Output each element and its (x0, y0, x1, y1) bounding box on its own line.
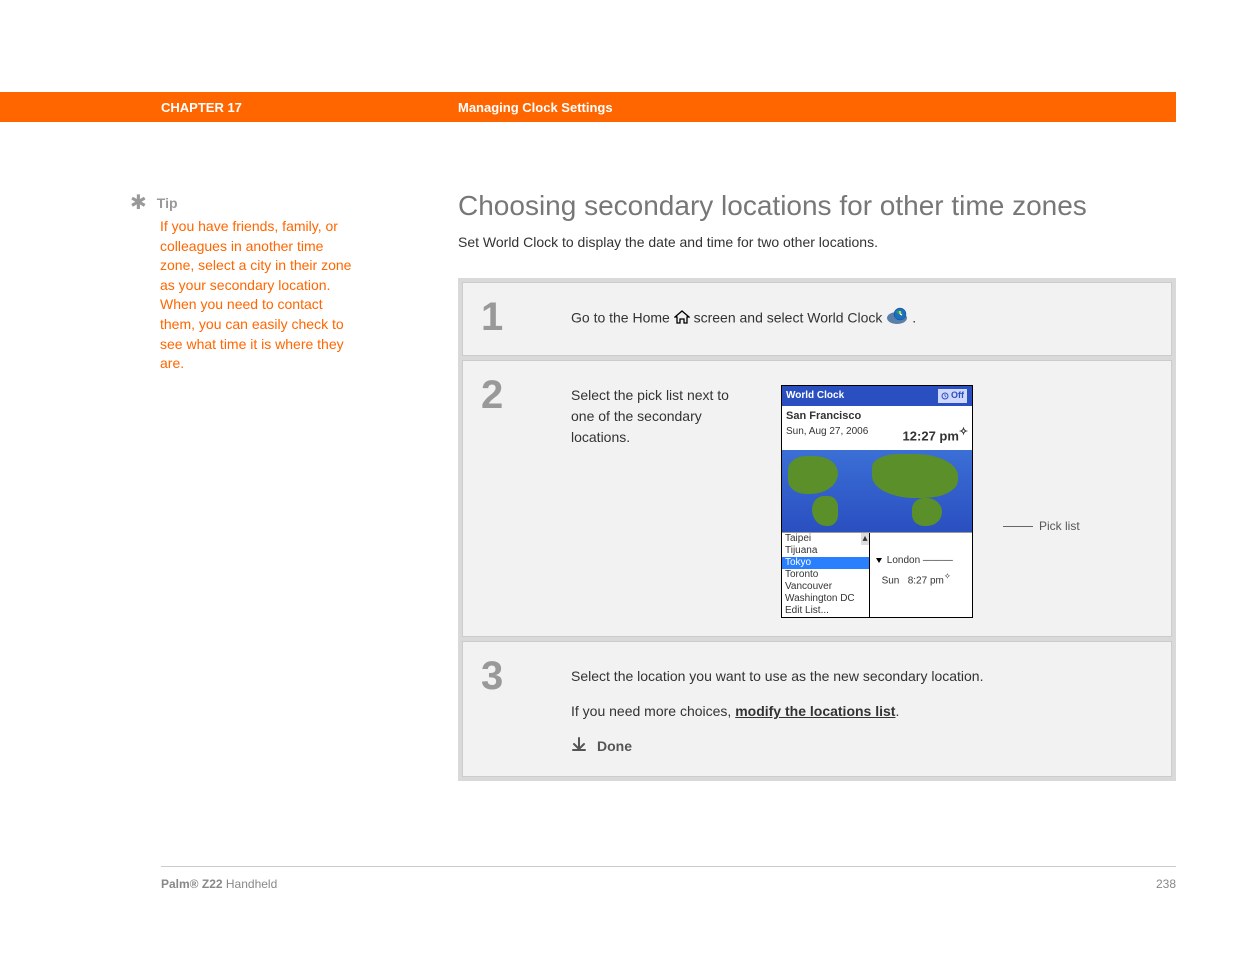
steps-container: 1 Go to the Home screen and select World… (458, 278, 1176, 781)
main-content: Choosing secondary locations for other t… (458, 190, 1176, 781)
world-clock-screenshot: World Clock Off San Francisco Sun, Aug 2… (781, 385, 973, 618)
secondary-location-panel: London ——— Sun 8:27 pm✧ (870, 533, 972, 617)
step-2-text: Select the pick list next to one of the … (571, 385, 751, 448)
list-item[interactable]: Vancouver (782, 581, 869, 593)
page-title: Choosing secondary locations for other t… (458, 190, 1176, 222)
step-number: 1 (481, 297, 571, 337)
primary-location-panel: San Francisco Sun, Aug 27, 2006 12:27 pm… (782, 406, 972, 450)
list-item[interactable]: Tijuana (782, 545, 869, 557)
list-item[interactable]: Taipei (782, 533, 869, 545)
step-3-line2: If you need more choices, modify the loc… (571, 701, 1153, 722)
step-3-line1: Select the location you want to use as t… (571, 666, 1153, 687)
step-2: 2 Select the pick list next to one of th… (462, 360, 1172, 637)
callout-label: Pick list (1039, 517, 1080, 535)
step-3-line2-before: If you need more choices, (571, 703, 735, 719)
topic-label: Managing Clock Settings (458, 100, 613, 115)
tip-body-text: If you have friends, family, or colleagu… (160, 217, 360, 374)
primary-date: Sun, Aug 27, 2006 (786, 424, 868, 446)
secondary-day: Sun (882, 575, 900, 586)
step-2-body: Select the pick list next to one of the … (571, 375, 1153, 618)
secondary-time: 8:27 pm (908, 575, 944, 586)
product-bold: Palm® Z22 (161, 877, 223, 891)
primary-time: 12:27 pm (903, 428, 959, 443)
list-item[interactable]: Washington DC (782, 593, 869, 605)
step-3-body: Select the location you want to use as t… (571, 656, 1153, 758)
world-clock-icon (886, 307, 908, 331)
world-map (782, 450, 972, 532)
page-footer: Palm® Z22 Handheld 238 (161, 866, 1176, 891)
list-item-selected[interactable]: Tokyo (782, 557, 869, 569)
list-item[interactable]: Toronto (782, 569, 869, 581)
step-1-text-mid: screen and select World Clock (694, 310, 887, 326)
step-1: 1 Go to the Home screen and select World… (462, 282, 1172, 356)
done-arrow-icon (571, 736, 587, 758)
chapter-label: CHAPTER 17 (161, 100, 242, 115)
step-3: 3 Select the location you want to use as… (462, 641, 1172, 777)
secondary-city: London (887, 555, 920, 566)
product-name: Palm® Z22 Handheld (161, 877, 277, 891)
step-1-body: Go to the Home screen and select World C… (571, 297, 1153, 337)
city-picklist[interactable]: ▴ Taipei Tijuana Tokyo Toronto Vancouver… (782, 533, 870, 617)
step-3-line2-after: . (895, 703, 899, 719)
home-icon (674, 309, 690, 330)
primary-city: San Francisco (786, 410, 861, 422)
page-subtitle: Set World Clock to display the date and … (458, 234, 1176, 250)
device-title-text: World Clock (786, 388, 844, 403)
chapter-header-bar: CHAPTER 17 Managing Clock Settings (0, 92, 1176, 122)
page-number: 238 (1156, 877, 1176, 891)
picklist-callout: Pick list (1003, 385, 1080, 535)
tip-heading: Tip (157, 195, 178, 211)
done-indicator: Done (571, 736, 1153, 758)
device-bottom-row: ▴ Taipei Tijuana Tokyo Toronto Vancouver… (782, 532, 972, 617)
device-titlebar: World Clock Off (782, 386, 972, 406)
step-number: 3 (481, 656, 571, 758)
tip-sidebar: ✱ Tip If you have friends, family, or co… (130, 195, 360, 374)
step-1-text-before: Go to the Home (571, 310, 674, 326)
list-item[interactable]: Edit List... (782, 605, 869, 617)
scroll-up-icon[interactable]: ▴ (861, 533, 869, 545)
step-1-text-after: . (912, 310, 916, 326)
step-number: 2 (481, 375, 571, 618)
done-label: Done (597, 736, 632, 757)
asterisk-icon: ✱ (130, 195, 147, 211)
callout-line (1003, 526, 1033, 527)
product-rest: Handheld (223, 877, 278, 891)
alarm-off-badge: Off (937, 388, 968, 404)
modify-locations-link[interactable]: modify the locations list (735, 703, 895, 719)
off-label: Off (951, 389, 964, 403)
